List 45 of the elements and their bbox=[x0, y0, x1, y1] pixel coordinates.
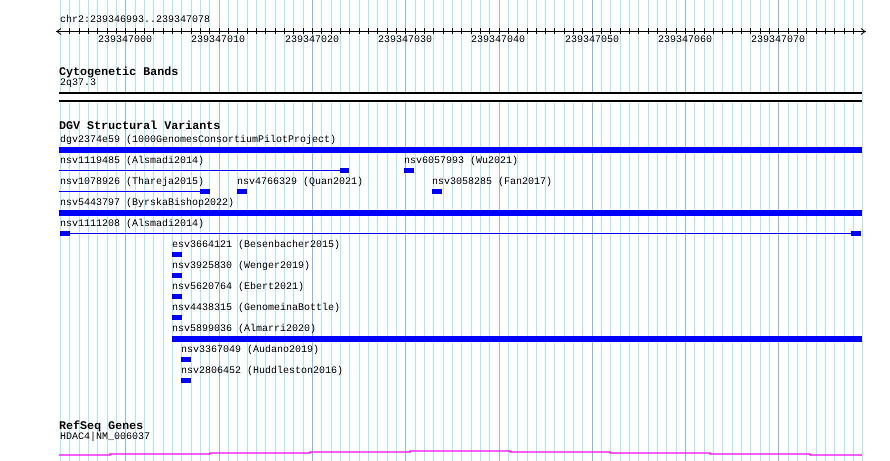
variant-label: nsv6057993 (Wu2021) bbox=[404, 156, 518, 168]
ruler-tick-label: 239347040 bbox=[471, 35, 526, 47]
variant-block[interactable] bbox=[404, 168, 414, 173]
gene-model-drawing[interactable] bbox=[59, 450, 862, 456]
track-title: DGV Structural Variants bbox=[59, 120, 220, 133]
variant-block[interactable] bbox=[181, 378, 191, 383]
gene-label: HDAC4|NM_006037 bbox=[60, 432, 150, 444]
variant-label: nsv2806452 (Huddleston2016) bbox=[181, 366, 344, 378]
variant-label: nsv5620764 (Ebert2021) bbox=[172, 282, 304, 294]
variant-label: nsv5443797 (ByrskaBishop2022) bbox=[60, 198, 234, 210]
variant-label: nsv3367049 (Audano2019) bbox=[181, 345, 320, 357]
variant-block[interactable] bbox=[172, 315, 182, 320]
ruler-tick-label: 239347060 bbox=[658, 35, 712, 47]
variant-label: nsv1078926 (Thareja2015) bbox=[60, 177, 204, 189]
ruler-tick-label: 239347070 bbox=[751, 35, 806, 47]
variant-block[interactable] bbox=[172, 294, 182, 299]
variant-label: nsv3925830 (Wenger2019) bbox=[172, 261, 310, 273]
variant-bar[interactable] bbox=[172, 336, 862, 342]
variant-span-drawing[interactable] bbox=[59, 189, 210, 194]
ruler-tick-label: 239347050 bbox=[565, 35, 620, 47]
variant-block[interactable] bbox=[432, 189, 442, 194]
variant-bar[interactable] bbox=[59, 147, 862, 153]
variant-block[interactable] bbox=[237, 189, 247, 194]
variant-span-drawing[interactable] bbox=[60, 231, 861, 236]
variant-block[interactable] bbox=[172, 252, 182, 257]
variant-label: nsv1111208 (Alsmadi2014) bbox=[60, 219, 204, 231]
variant-label: nsv4438315 (GenomeinaBottle) bbox=[172, 303, 340, 315]
variant-label: nsv1119485 (Alsmadi2014) bbox=[60, 156, 204, 168]
variant-label: nsv5899036 (Almarri2020) bbox=[172, 324, 316, 336]
track-title: Cytogenetic Bands bbox=[59, 66, 178, 79]
track-title: RefSeq Genes bbox=[59, 420, 144, 433]
ruler-tick-label: 239347010 bbox=[191, 35, 246, 47]
band-label: 2q37.3 bbox=[60, 78, 96, 90]
region-coordinates: chr2:239346993..239347078 bbox=[60, 15, 210, 27]
variant-bar[interactable] bbox=[59, 210, 862, 216]
ruler-tick-label: 239347030 bbox=[378, 35, 432, 47]
ruler-tick-label: 239347000 bbox=[98, 35, 152, 47]
variant-label: esv3664121 (Besenbacher2015) bbox=[172, 240, 340, 252]
variant-label: dgv2374e59 (1000GenomesConsortiumPilotProject) bbox=[60, 135, 336, 147]
variant-label: nsv4766329 (Quan2021) bbox=[237, 177, 364, 189]
ruler-tick-label: 239347020 bbox=[285, 35, 340, 47]
variant-span-drawing[interactable] bbox=[59, 168, 349, 173]
variant-block[interactable] bbox=[181, 357, 191, 362]
variant-block[interactable] bbox=[172, 273, 182, 278]
variant-label: nsv3058285 (Fan2017) bbox=[432, 177, 552, 189]
